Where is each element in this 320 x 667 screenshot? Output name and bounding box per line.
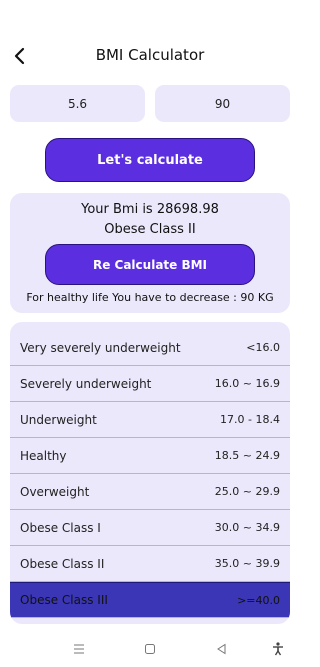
bmi-category-table: Very severely underweight <16.0 Severely… [10, 322, 290, 624]
system-nav-bar [0, 632, 300, 667]
result-card: Your Bmi is 28698.98 Obese Class II Re C… [10, 193, 290, 313]
menu-icon[interactable] [71, 641, 87, 657]
category-range: 16.0 ~ 16.9 [214, 377, 280, 390]
category-range: 25.0 ~ 29.9 [214, 485, 280, 498]
table-row: Underweight 17.0 - 18.4 [10, 402, 290, 438]
category-label: Underweight [20, 412, 97, 427]
category-label: Severely underweight [20, 376, 152, 391]
bmi-result-text: Your Bmi is 28698.98 [81, 202, 219, 217]
category-range: 30.0 ~ 34.9 [214, 521, 280, 534]
recalculate-button[interactable]: Re Calculate BMI [45, 244, 255, 285]
table-row: Obese Class II 35.0 ~ 39.9 [10, 546, 290, 582]
category-label: Overweight [20, 484, 90, 499]
category-range: 17.0 - 18.4 [220, 413, 280, 426]
accessibility-icon[interactable] [270, 641, 286, 657]
category-label: Obese Class II [20, 556, 105, 571]
category-range: >=40.0 [237, 593, 280, 607]
category-label: Healthy [20, 448, 67, 463]
page-title: BMI Calculator [95, 46, 205, 64]
height-input[interactable]: 5.6 [10, 85, 145, 122]
category-range: 35.0 ~ 39.9 [214, 557, 280, 570]
app-header: BMI Calculator [0, 35, 300, 77]
category-range: 18.5 ~ 24.9 [214, 449, 280, 462]
category-range: <16.0 [246, 341, 280, 354]
table-row-highlighted: Obese Class III >=40.0 [10, 582, 290, 618]
home-icon[interactable] [142, 641, 158, 657]
calculate-button[interactable]: Let's calculate [45, 138, 255, 182]
table-row: Very severely underweight <16.0 [10, 330, 290, 366]
table-row: Obese Class I 30.0 ~ 34.9 [10, 510, 290, 546]
category-label: Obese Class I [20, 520, 101, 535]
table-row: Severely underweight 16.0 ~ 16.9 [10, 366, 290, 402]
back-icon[interactable] [214, 641, 230, 657]
weight-input[interactable]: 90 [155, 85, 290, 122]
table-row: Overweight 25.0 ~ 29.9 [10, 474, 290, 510]
table-row: Healthy 18.5 ~ 24.9 [10, 438, 290, 474]
category-label: Obese Class III [20, 593, 108, 607]
weight-advice: For healthy life You have to decrease : … [26, 291, 274, 304]
category-label: Very severely underweight [20, 340, 181, 355]
bmi-classification: Obese Class II [104, 222, 196, 237]
